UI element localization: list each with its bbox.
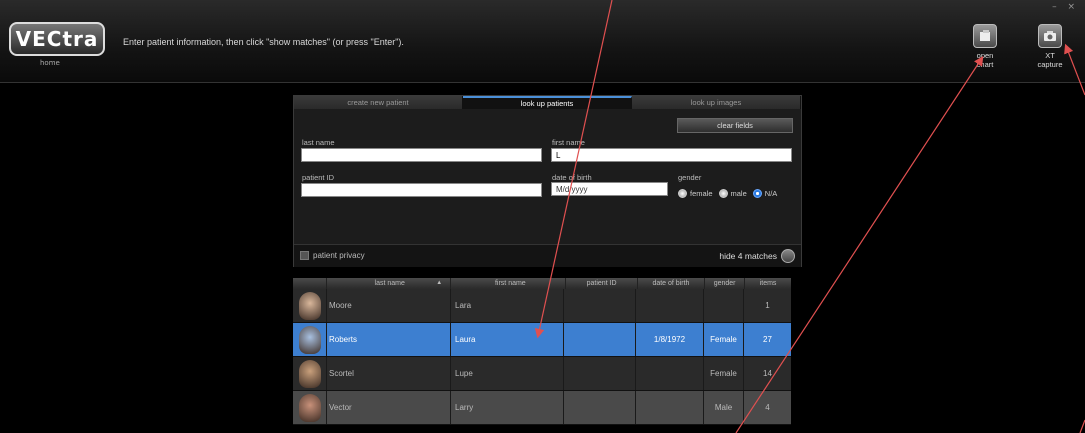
arrow-bottom-right (1079, 419, 1085, 433)
patient-photo (293, 391, 327, 424)
cell-patient-id (564, 391, 636, 424)
table-row[interactable]: Vector Larry Male 4 (293, 391, 791, 425)
col-last-name-label: last name (374, 280, 405, 287)
table-row[interactable]: Moore Lara 1 (293, 289, 791, 323)
home-label: home (40, 59, 60, 67)
hide-matches-label: hide 4 matches (719, 251, 777, 261)
radio-dot-icon (718, 189, 728, 198)
open-chart-button[interactable]: open chart (963, 24, 1007, 69)
radio-dot-icon (678, 189, 687, 198)
patient-photo (293, 289, 327, 322)
collapse-icon (781, 249, 795, 263)
patient-avatar (298, 393, 321, 422)
cell-items: 1 (765, 301, 770, 310)
col-first-name[interactable]: first name (451, 278, 567, 289)
panel-footer: patient privacy hide 4 matches (294, 244, 801, 267)
last-name-field[interactable] (301, 148, 542, 162)
table-header: last name ▲ first name patient ID date o… (293, 278, 791, 289)
tab-create-new-patient[interactable]: create new patient (294, 96, 463, 109)
gender-radio-group: female male N/A (678, 189, 777, 198)
clear-fields-button[interactable]: clear fields (677, 118, 793, 133)
radio-dot-selected-icon (752, 189, 762, 198)
cell-date-of-birth (636, 391, 704, 424)
patient-privacy-checkbox[interactable]: patient privacy (300, 251, 365, 260)
first-name-label: first name (552, 138, 585, 147)
cell-items: 4 (765, 403, 770, 412)
vectra-logo-home-button[interactable]: VECtra (9, 22, 105, 56)
patient-avatar (298, 325, 321, 354)
cell-patient-id (564, 289, 636, 322)
tab-look-up-images[interactable]: look up images (632, 96, 801, 109)
col-photo (293, 278, 328, 289)
cell-patient-id (564, 323, 636, 356)
gender-male-radio[interactable]: male (718, 189, 747, 198)
cell-first-name: Laura (451, 323, 564, 356)
tab-look-up-patients[interactable]: look up patients (463, 96, 632, 109)
patient-id-label: patient ID (302, 173, 335, 182)
window-controls[interactable]: – × (1052, 2, 1079, 12)
sort-ascending-icon: ▲ (436, 280, 443, 286)
xt-capture-label: XT capture (1037, 51, 1063, 69)
patient-lookup-panel: create new patient look up patients look… (293, 95, 802, 267)
patient-avatar (298, 359, 321, 388)
table-body: Moore Lara 1 Roberts Laura 1/8/1972 Fema… (293, 289, 791, 425)
cell-last-name: Scortel (327, 357, 451, 390)
col-gender[interactable]: gender (705, 278, 746, 289)
cell-date-of-birth: 1/8/1972 (636, 323, 704, 356)
col-date-of-birth[interactable]: date of birth (638, 278, 706, 289)
cell-items: 14 (763, 369, 772, 378)
cell-items: 27 (763, 335, 772, 344)
top-bar: VECtra home Enter patient information, t… (0, 0, 1085, 83)
camera-icon (1038, 24, 1062, 48)
cell-last-name: Roberts (327, 323, 451, 356)
xt-capture-button[interactable]: XT capture (1028, 24, 1072, 69)
tab-bar: create new patient look up patients look… (294, 96, 801, 109)
gender-na-label: N/A (764, 189, 778, 198)
hide-matches-button[interactable]: hide 4 matches (719, 249, 795, 263)
col-items[interactable]: items (745, 278, 791, 289)
cell-gender: Female (704, 357, 744, 390)
results-table: last name ▲ first name patient ID date o… (293, 278, 791, 425)
cell-date-of-birth (636, 357, 704, 390)
table-row[interactable]: Roberts Laura 1/8/1972 Female 27 (293, 323, 791, 357)
instruction-text: Enter patient information, then click "s… (123, 37, 404, 47)
patient-privacy-label: patient privacy (313, 251, 365, 260)
cell-last-name: Vector (327, 391, 451, 424)
cell-gender: Female (704, 323, 744, 356)
gender-na-radio[interactable]: N/A (752, 189, 778, 198)
patient-avatar (298, 291, 321, 320)
patient-photo (293, 357, 327, 390)
cell-patient-id (564, 357, 636, 390)
gender-female-radio[interactable]: female (678, 189, 713, 198)
last-name-label: last name (302, 138, 335, 147)
patient-photo (293, 323, 327, 356)
cell-last-name: Moore (327, 289, 451, 322)
cell-first-name: Lupe (451, 357, 564, 390)
open-chart-label: open chart (976, 51, 994, 69)
chart-icon (973, 24, 997, 48)
cell-date-of-birth (636, 289, 704, 322)
logo-text: VECtra (15, 27, 99, 51)
col-patient-id[interactable]: patient ID (566, 278, 638, 289)
gender-label: gender (678, 173, 702, 182)
cell-gender (704, 289, 744, 322)
table-row[interactable]: Scortel Lupe Female 14 (293, 357, 791, 391)
date-of-birth-field[interactable]: M/d/yyyy (551, 182, 668, 196)
first-name-field[interactable]: L (551, 148, 792, 162)
cell-gender: Male (704, 391, 744, 424)
checkbox-icon (300, 251, 309, 260)
cell-first-name: Larry (451, 391, 564, 424)
cell-first-name: Lara (451, 289, 564, 322)
patient-id-field[interactable] (301, 183, 542, 197)
gender-male-label: male (730, 189, 747, 198)
col-last-name[interactable]: last name ▲ (327, 278, 452, 289)
gender-female-label: female (690, 189, 713, 198)
date-of-birth-label: date of birth (552, 173, 592, 182)
